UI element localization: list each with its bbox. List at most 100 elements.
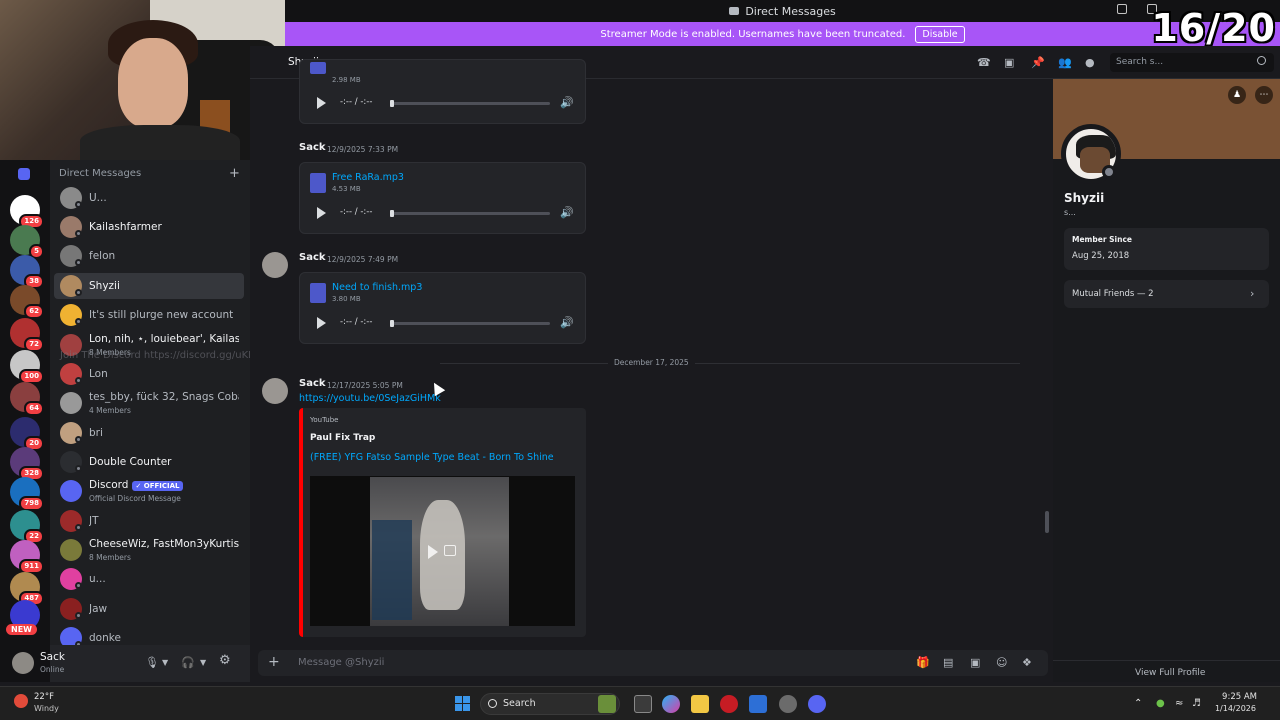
- mic-tray-icon[interactable]: ●: [1156, 698, 1165, 709]
- chevron-down-icon[interactable]: ▼: [162, 658, 168, 667]
- volume-icon[interactable]: 🔊: [560, 316, 574, 329]
- video-icon[interactable]: ▣: [1004, 56, 1014, 69]
- play-icon[interactable]: [317, 97, 326, 109]
- embed-title[interactable]: (FREE) YFG Fatso Sample Type Beat - Born…: [310, 452, 554, 463]
- dm-item[interactable]: JT: [54, 508, 244, 534]
- dm-item[interactable]: Lon: [54, 361, 244, 387]
- pin-icon[interactable]: 📌: [1031, 56, 1045, 69]
- audio-attachment[interactable]: Need to finish.mp3 3.80 MB -:-- / -:-- 🔊: [299, 272, 586, 344]
- message-input[interactable]: Message @Shyzii: [298, 657, 384, 668]
- streamer-mode-text: Streamer Mode is enabled. Usernames have…: [600, 28, 906, 40]
- headphones-icon[interactable]: 🎧: [181, 656, 195, 669]
- server-icon[interactable]: 38: [10, 255, 44, 289]
- server-icon[interactable]: 328: [10, 447, 44, 481]
- dm-item[interactable]: U...: [54, 185, 244, 211]
- audio-progress-knob[interactable]: [390, 210, 394, 217]
- gift-icon[interactable]: 🎁: [916, 656, 930, 669]
- play-icon[interactable]: [317, 317, 326, 329]
- server-icon[interactable]: 72: [10, 318, 44, 352]
- sticker-icon[interactable]: ▣: [970, 656, 980, 669]
- windows-start-icon[interactable]: [455, 696, 471, 712]
- chevron-down-icon[interactable]: ▼: [200, 658, 206, 667]
- home-icon[interactable]: [18, 168, 30, 180]
- microphone-icon[interactable]: 🎙: [145, 656, 159, 669]
- clock-date[interactable]: 1/14/2026: [1208, 704, 1256, 713]
- play-video-icon[interactable]: [428, 545, 438, 559]
- disable-streamer-mode-button[interactable]: Disable: [915, 25, 965, 43]
- audio-progress-knob[interactable]: [390, 100, 394, 107]
- add-friend-icon[interactable]: ♟: [1228, 86, 1246, 104]
- tray-chevron-icon[interactable]: ⌃: [1134, 698, 1142, 709]
- dm-item[interactable]: u...: [54, 566, 244, 592]
- dm-name: U...: [89, 192, 239, 204]
- audio-progress[interactable]: [390, 322, 550, 325]
- dm-item[interactable]: CheeseWiz, FastMon3yKurtis... 8 Members: [54, 537, 244, 563]
- server-icon[interactable]: 20: [10, 417, 44, 451]
- volume-icon[interactable]: 🔊: [560, 206, 574, 219]
- server-icon[interactable]: 5: [10, 225, 44, 259]
- attachment-filename[interactable]: Free RaRa.mp3: [332, 172, 404, 183]
- phone-icon[interactable]: ☎: [977, 56, 991, 69]
- dm-item[interactable]: bri: [54, 420, 244, 446]
- file-explorer-icon[interactable]: [691, 695, 709, 713]
- opera-icon[interactable]: [720, 695, 738, 713]
- dm-item[interactable]: Shyzii: [54, 273, 244, 299]
- message-avatar[interactable]: [262, 252, 288, 278]
- dm-item[interactable]: Jaw: [54, 596, 244, 622]
- message-author[interactable]: Sack: [299, 378, 326, 389]
- dm-item[interactable]: Kailashfarmer: [54, 214, 244, 240]
- obs-icon[interactable]: [779, 695, 797, 713]
- audio-attachment[interactable]: 2.98 MB -:-- / -:-- 🔊: [299, 59, 586, 124]
- audio-attachment[interactable]: Free RaRa.mp3 4.53 MB -:-- / -:-- 🔊: [299, 162, 586, 234]
- chat-scrollbar[interactable]: [1045, 511, 1049, 533]
- dm-item[interactable]: tes_bby, fück 32, Snags Cobain 4 Members: [54, 390, 244, 416]
- dm-item[interactable]: Discord ✓ OFFICIAL Official Discord Messag…: [54, 478, 244, 504]
- add-attachment-icon[interactable]: +: [268, 654, 280, 670]
- server-icon[interactable]: 798: [10, 477, 44, 511]
- volume-tray-icon[interactable]: ♬: [1192, 698, 1201, 709]
- server-icon[interactable]: 64: [10, 382, 44, 416]
- message-author[interactable]: Sack: [299, 252, 326, 263]
- server-icon[interactable]: 487: [10, 572, 44, 606]
- task-view-icon[interactable]: [634, 695, 652, 713]
- dm-item[interactable]: Double Counter: [54, 449, 244, 475]
- user-avatar[interactable]: [12, 652, 34, 674]
- dm-item[interactable]: felon: [54, 243, 244, 269]
- store-icon[interactable]: [749, 695, 767, 713]
- inbox-icon[interactable]: [1117, 4, 1127, 14]
- server-icon[interactable]: 911: [10, 540, 44, 574]
- more-options-icon[interactable]: ⋯: [1255, 86, 1273, 104]
- open-external-icon[interactable]: [444, 545, 456, 556]
- play-icon[interactable]: [317, 207, 326, 219]
- server-icon[interactable]: 22: [10, 510, 44, 544]
- embed-author[interactable]: Paul Fix Trap: [310, 433, 375, 443]
- audio-progress[interactable]: [390, 102, 550, 105]
- add-friends-icon[interactable]: 👥: [1058, 56, 1072, 69]
- clock-time[interactable]: 9:25 AM: [1221, 692, 1257, 702]
- search-input[interactable]: Search s...: [1110, 53, 1274, 72]
- server-icon[interactable]: 100: [10, 350, 44, 384]
- audio-progress[interactable]: [390, 212, 550, 215]
- message-author[interactable]: Sack: [299, 142, 326, 153]
- wifi-icon[interactable]: ≈: [1175, 698, 1183, 709]
- discord-taskbar-icon[interactable]: [808, 695, 826, 713]
- dm-item[interactable]: It's still plurge new account: [54, 302, 244, 328]
- dm-name: Lon: [89, 368, 239, 380]
- profile-toggle-icon[interactable]: ●: [1085, 56, 1095, 69]
- server-icon[interactable]: 62: [10, 285, 44, 319]
- emoji-icon[interactable]: ☺: [996, 656, 1007, 669]
- weather-icon[interactable]: [14, 694, 28, 708]
- apps-icon[interactable]: ❖: [1022, 656, 1032, 669]
- plus-icon[interactable]: +: [229, 166, 240, 181]
- message-link[interactable]: https://youtu.be/0SeJazGiHMk: [299, 393, 441, 404]
- message-avatar[interactable]: [262, 378, 288, 404]
- copilot-icon[interactable]: [662, 695, 680, 713]
- view-full-profile-button[interactable]: View Full Profile: [1135, 668, 1205, 678]
- server-icon[interactable]: 126: [10, 195, 44, 229]
- volume-icon[interactable]: 🔊: [560, 96, 574, 109]
- gear-icon[interactable]: ⚙: [219, 653, 231, 668]
- attachment-filename[interactable]: Need to finish.mp3: [332, 282, 422, 293]
- audio-progress-knob[interactable]: [390, 320, 394, 327]
- gif-icon[interactable]: ▤: [943, 656, 953, 669]
- widget-icon[interactable]: [598, 695, 616, 713]
